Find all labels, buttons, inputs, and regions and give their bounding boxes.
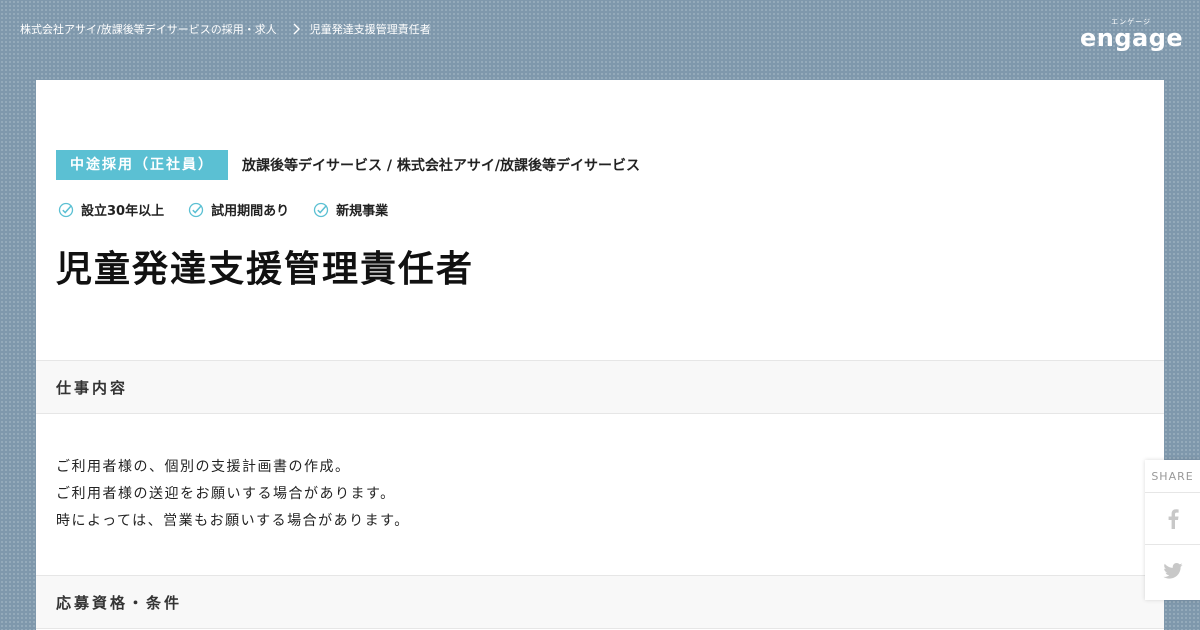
twitter-share-button[interactable]	[1145, 544, 1200, 596]
share-label: SHARE	[1151, 470, 1194, 483]
job-card: 中途採用（正社員） 放課後等デイサービス / 株式会社アサイ/放課後等デイサービ…	[36, 80, 1164, 630]
section-header-requirements: 応募資格・条件	[36, 575, 1164, 629]
check-circle-icon	[313, 202, 329, 217]
check-circle-icon	[188, 202, 204, 217]
engage-logo[interactable]: エンゲージ engage	[1080, 18, 1184, 54]
breadcrumb: 株式会社アサイ/放課後等デイサービスの採用・求人 児童発達支援管理責任者	[20, 21, 431, 37]
employment-type-badge: 中途採用（正社員）	[56, 150, 228, 180]
duties-description: ご利用者様の、個別の支援計画書の作成。 ご利用者様の送迎をお願いする場合がありま…	[56, 454, 410, 535]
feature-item: 設立30年以上	[58, 200, 164, 219]
facebook-share-button[interactable]	[1145, 492, 1200, 544]
chevron-right-icon	[291, 22, 301, 36]
feature-item: 新規事業	[313, 200, 388, 219]
share-panel: SHARE	[1145, 460, 1200, 600]
description-line: ご利用者様の、個別の支援計画書の作成。	[56, 459, 351, 475]
description-line: 時によっては、営業もお願いする場合があります。	[56, 513, 410, 529]
tag-row: 中途採用（正社員） 放課後等デイサービス / 株式会社アサイ/放課後等デイサービ…	[56, 150, 640, 180]
twitter-icon	[1162, 562, 1183, 579]
feature-item: 試用期間あり	[188, 200, 289, 219]
breadcrumb-company-link[interactable]: 株式会社アサイ/放課後等デイサービスの採用・求人	[20, 21, 277, 37]
description-line: ご利用者様の送迎をお願いする場合があります。	[56, 486, 396, 502]
feature-list: 設立30年以上 試用期間あり 新規事業	[58, 200, 412, 219]
company-name: 放課後等デイサービス / 株式会社アサイ/放課後等デイサービス	[242, 158, 640, 174]
job-title: 児童発達支援管理責任者	[56, 249, 475, 290]
logo-word: engage	[1080, 24, 1184, 52]
header-bar: 株式会社アサイ/放課後等デイサービスの採用・求人 児童発達支援管理責任者 エンゲ…	[0, 0, 1200, 80]
section-header-duties: 仕事内容	[36, 360, 1164, 414]
facebook-icon	[1168, 508, 1179, 529]
check-circle-icon	[58, 202, 74, 217]
section-heading: 応募資格・条件	[56, 594, 183, 612]
breadcrumb-current: 児童発達支援管理責任者	[309, 23, 431, 36]
feature-label: 新規事業	[336, 204, 389, 219]
feature-label: 設立30年以上	[81, 204, 165, 219]
feature-label: 試用期間あり	[211, 204, 290, 219]
section-heading: 仕事内容	[56, 379, 129, 397]
